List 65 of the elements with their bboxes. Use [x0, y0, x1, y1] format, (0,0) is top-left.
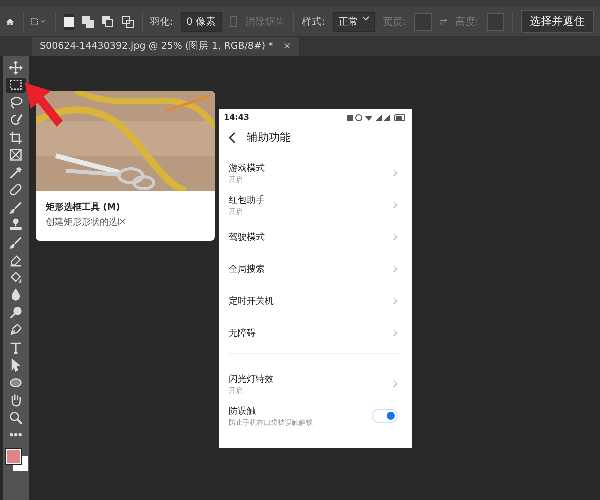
dodge-icon [9, 306, 23, 320]
lasso-icon [9, 96, 23, 110]
height-field[interactable] [486, 12, 504, 30]
chevron-icon [393, 233, 398, 241]
item-name: 防误触 [229, 406, 257, 418]
quick-select-icon [9, 113, 23, 127]
crop-icon [9, 130, 23, 144]
drop-icon [9, 288, 23, 302]
back-icon[interactable] [229, 132, 237, 144]
item-name: 全局搜索 [229, 264, 265, 276]
tool-button[interactable] [6, 78, 26, 92]
pen-icon [9, 323, 23, 337]
chevron-icon [393, 329, 398, 337]
settings-item[interactable]: 无障碍 [219, 317, 412, 349]
select-and-mask-button[interactable]: 选择并遮住 [521, 10, 594, 33]
annotation-arrow [23, 81, 65, 129]
hand-icon [9, 393, 23, 407]
settings-item[interactable]: 驾驶模式 [219, 221, 412, 253]
type-tool-icon [9, 340, 23, 354]
tooltip-description: 创建矩形形状的选区 [46, 216, 128, 229]
marquee-preset-icon[interactable] [31, 16, 47, 28]
intersect-selection-icon[interactable] [122, 14, 134, 30]
toggle-switch[interactable] [372, 409, 398, 423]
chevron-icon [393, 201, 398, 209]
bucket-icon [9, 270, 23, 284]
new-selection-icon[interactable] [64, 14, 74, 30]
style-dropdown[interactable]: 正常 [333, 12, 375, 32]
item-name: 游戏模式 [229, 162, 265, 174]
settings-item[interactable]: 全局搜索 [219, 253, 412, 285]
width-field[interactable] [414, 12, 432, 30]
eyedropper-icon [9, 166, 23, 180]
style-label: 样式: [302, 16, 326, 28]
caret-icon [362, 14, 370, 22]
close-icon[interactable]: × [283, 41, 292, 52]
bandage-icon [9, 183, 23, 197]
tooltip-title: 矩形选框工具 (M) [46, 201, 122, 214]
settings-item[interactable]: 定时开关机 [219, 285, 412, 317]
item-name: 红包助手 [229, 194, 265, 206]
item-name: 定时开关机 [229, 296, 274, 308]
chevron-icon [393, 380, 398, 388]
page-title: 辅助功能 [247, 130, 291, 145]
brush-icon [9, 200, 23, 214]
ellipse-icon [9, 376, 23, 390]
move-icon [9, 60, 23, 74]
item-name: 驾驶模式 [229, 232, 265, 244]
marquee-icon [9, 78, 23, 92]
zoom-icon [9, 410, 23, 424]
stamp-icon [9, 218, 23, 232]
chevron-icon [393, 265, 398, 273]
item-name: 闪光灯特效 [229, 374, 274, 386]
brush-icon [9, 236, 23, 250]
frame-icon [9, 148, 23, 162]
pointer-icon [9, 358, 23, 372]
status-time: 14:43 [224, 113, 250, 122]
subtract-selection-icon[interactable] [102, 14, 114, 30]
document-tab[interactable]: S00624-14430392.jpg @ 25% (图层 1, RGB/8#) * × [32, 37, 300, 56]
add-selection-icon[interactable] [82, 14, 94, 30]
chevron-icon [393, 297, 398, 305]
status-icons [347, 114, 407, 122]
eraser-icon [9, 253, 23, 267]
item-name: 无障碍 [229, 328, 256, 340]
feather-label: 羽化: [150, 16, 174, 28]
chevron-icon [393, 169, 398, 177]
feather-field[interactable]: 0 像素 [181, 12, 222, 32]
foreground-color-swatch[interactable] [6, 449, 21, 464]
